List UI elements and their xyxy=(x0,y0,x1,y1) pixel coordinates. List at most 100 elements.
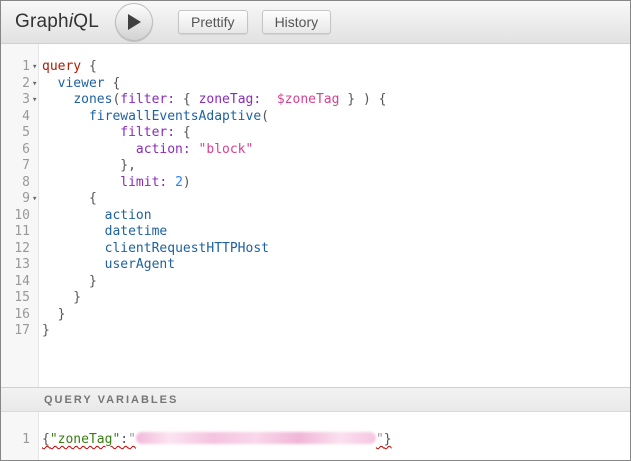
code-token: { xyxy=(105,76,121,91)
app-title-graph: Graph xyxy=(15,11,69,32)
code-text: firewallEventsAdaptive( xyxy=(42,109,269,126)
execute-button[interactable] xyxy=(115,3,153,41)
app-title-ql: QL xyxy=(73,11,99,32)
code-line[interactable]: 4 firewallEventsAdaptive( xyxy=(1,109,630,126)
code-token xyxy=(42,92,73,107)
line-number: 3 xyxy=(1,92,30,109)
code-line[interactable]: 12 clientRequestHTTPHost xyxy=(1,241,630,258)
code-line[interactable]: 8 limit: 2) xyxy=(1,175,630,192)
code-token xyxy=(167,175,175,190)
code-token: limit: xyxy=(120,175,167,190)
line-number: 5 xyxy=(1,125,30,142)
fold-gutter-spacer xyxy=(30,109,42,126)
fold-arrow-icon[interactable]: ▾ xyxy=(30,59,42,76)
graphiql-app: GraphiQL Prettify History 1▾query {2▾ vi… xyxy=(0,0,631,461)
code-text: } xyxy=(42,307,65,324)
code-token: clientRequestHTTPHost xyxy=(105,241,269,256)
code-line[interactable]: 10 action xyxy=(1,208,630,225)
code-line[interactable]: 15 } xyxy=(1,290,630,307)
code-token: filter: xyxy=(120,125,175,140)
fold-gutter-spacer xyxy=(30,224,42,241)
query-variables-title: QUERY VARIABLES xyxy=(44,394,178,406)
code-token: { xyxy=(42,191,97,206)
code-line[interactable]: 13 userAgent xyxy=(1,257,630,274)
line-number: 10 xyxy=(1,208,30,225)
fold-gutter-spacer xyxy=(30,241,42,258)
query-variables-header[interactable]: QUERY VARIABLES xyxy=(1,387,630,412)
code-line[interactable]: 5 filter: { xyxy=(1,125,630,142)
code-token: "block" xyxy=(199,142,254,157)
code-token: action: xyxy=(136,142,191,157)
fold-arrow-icon[interactable]: ▾ xyxy=(30,76,42,93)
code-token: " xyxy=(128,432,136,447)
line-number: 13 xyxy=(1,257,30,274)
fold-gutter-spacer xyxy=(30,274,42,291)
line-number: 7 xyxy=(1,158,30,175)
fold-gutter-spacer xyxy=(30,257,42,274)
fold-arrow-icon[interactable]: ▾ xyxy=(30,191,42,208)
fold-gutter-spacer xyxy=(30,323,42,340)
code-text: limit: 2) xyxy=(42,175,191,192)
code-line[interactable]: 17} xyxy=(1,323,630,340)
code-text: action: "block" xyxy=(42,142,253,159)
code-token: } xyxy=(42,323,50,338)
code-token xyxy=(42,208,105,223)
code-token: ) xyxy=(183,175,191,190)
line-number: 8 xyxy=(1,175,30,192)
query-editor[interactable]: 1▾query {2▾ viewer {3▾ zones(filter: { z… xyxy=(1,44,630,387)
toolbar: GraphiQL Prettify History xyxy=(1,1,630,44)
redacted-value xyxy=(136,432,376,444)
fold-gutter-spacer xyxy=(30,125,42,142)
line-number: 11 xyxy=(1,224,30,241)
code-token xyxy=(42,224,105,239)
code-token: } ) { xyxy=(339,92,386,107)
fold-gutter-spacer xyxy=(30,290,42,307)
code-text: { xyxy=(42,191,97,208)
variables-editor-lines: 1{"zoneTag":""} xyxy=(1,412,630,449)
code-token xyxy=(42,109,89,124)
code-line[interactable]: 3▾ zones(filter: { zoneTag: $zoneTag } )… xyxy=(1,92,630,109)
code-text: }, xyxy=(42,158,136,175)
fold-gutter-spacer xyxy=(30,142,42,159)
code-token xyxy=(42,241,105,256)
code-line[interactable]: 7 }, xyxy=(1,158,630,175)
code-token: datetime xyxy=(105,224,168,239)
line-number: 4 xyxy=(1,109,30,126)
code-line[interactable]: 9▾ { xyxy=(1,191,630,208)
code-line[interactable]: 11 datetime xyxy=(1,224,630,241)
fold-gutter-spacer xyxy=(30,175,42,192)
line-number: 16 xyxy=(1,307,30,324)
code-line[interactable]: 14 } xyxy=(1,274,630,291)
code-token: action xyxy=(105,208,152,223)
code-token: filter: xyxy=(120,92,175,107)
line-number: 15 xyxy=(1,290,30,307)
code-token: { xyxy=(89,59,97,74)
code-line[interactable]: 1{"zoneTag":""} xyxy=(1,432,630,449)
code-token: } xyxy=(384,432,392,447)
code-token: ( xyxy=(261,109,269,124)
line-number: 14 xyxy=(1,274,30,291)
code-text: } xyxy=(42,274,97,291)
code-text: clientRequestHTTPHost xyxy=(42,241,269,258)
fold-gutter-spacer xyxy=(30,432,42,449)
history-button[interactable]: History xyxy=(262,10,332,34)
prettify-button[interactable]: Prettify xyxy=(178,10,248,34)
code-line[interactable]: 16 } xyxy=(1,307,630,324)
code-text: } xyxy=(42,323,50,340)
fold-arrow-icon[interactable]: ▾ xyxy=(30,92,42,109)
code-text: viewer { xyxy=(42,76,120,93)
code-token xyxy=(42,142,136,157)
code-line[interactable]: 2▾ viewer { xyxy=(1,76,630,93)
app-title: GraphiQL xyxy=(15,11,99,33)
fold-gutter-spacer xyxy=(30,158,42,175)
code-token: " xyxy=(376,432,384,447)
code-line[interactable]: 1▾query { xyxy=(1,59,630,76)
variables-editor[interactable]: 1{"zoneTag":""} xyxy=(1,412,630,460)
code-text: {"zoneTag":""} xyxy=(42,432,392,449)
code-line[interactable]: 6 action: "block" xyxy=(1,142,630,159)
code-token: } xyxy=(42,290,81,305)
code-token xyxy=(42,76,58,91)
line-number: 9 xyxy=(1,191,30,208)
code-token: { xyxy=(42,432,50,447)
code-token: 2 xyxy=(175,175,183,190)
